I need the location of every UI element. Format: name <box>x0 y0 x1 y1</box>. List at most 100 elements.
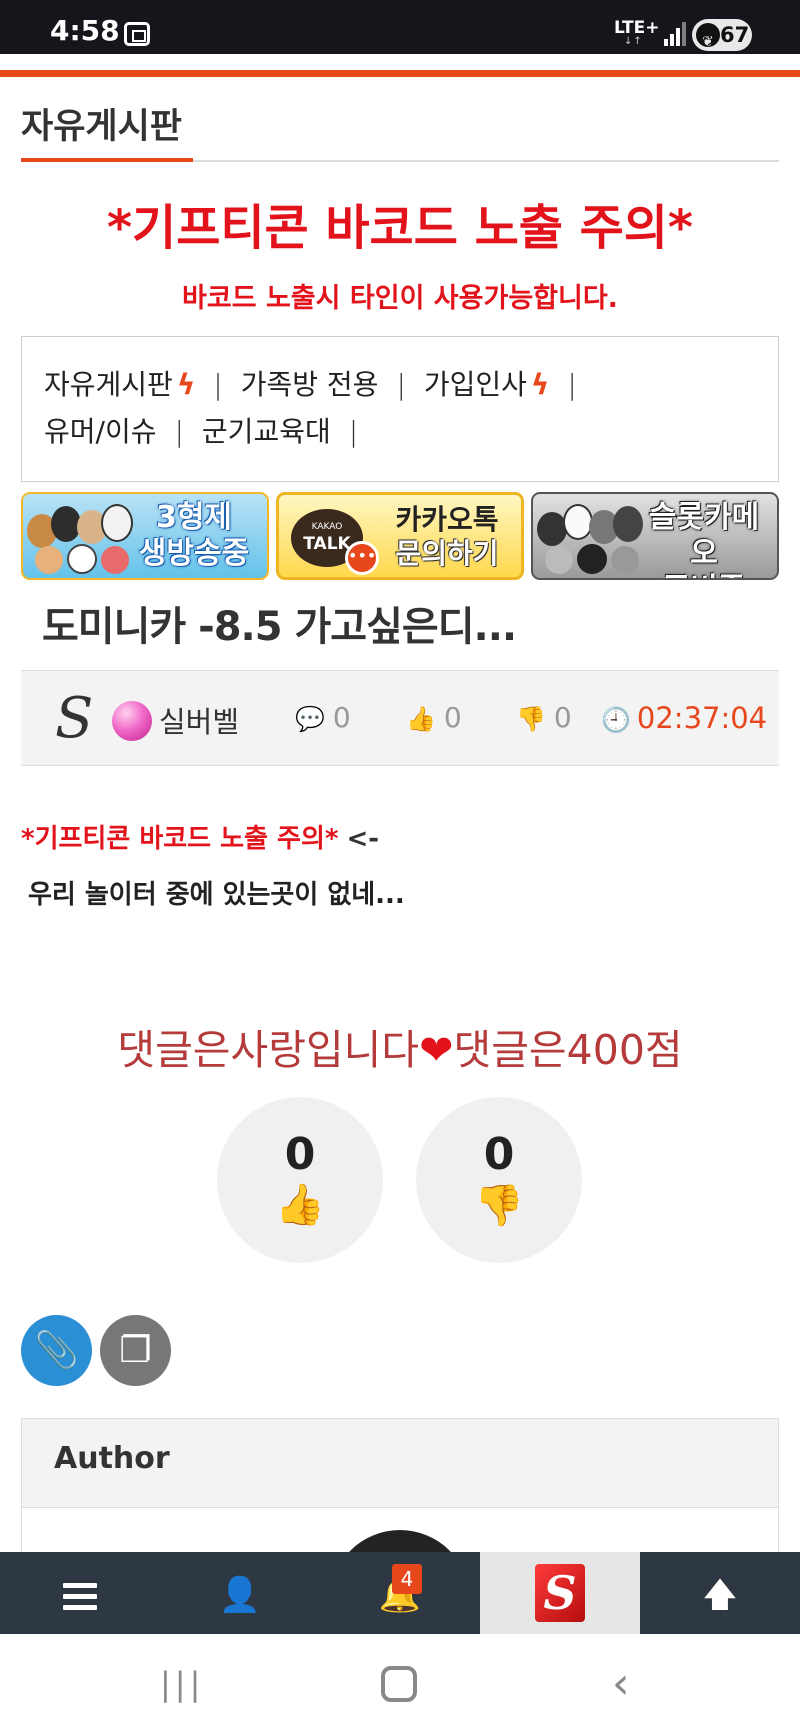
lightning-icon: ϟ <box>176 368 196 401</box>
banner-text: 카카오톡 문의하기 <box>383 503 511 571</box>
status-time: 4:58 <box>50 14 120 47</box>
notification-badge: 4 <box>392 1564 422 1594</box>
like-count-value: 0 <box>443 701 462 734</box>
network-activity-icon: ↓↑ <box>624 36 643 47</box>
banner-slot-cameo[interactable]: 슬롯카메오 준비중 <box>531 492 779 580</box>
paperclip-icon: 📎 <box>34 1330 79 1371</box>
lightning-icon: ϟ <box>530 368 550 401</box>
nav-link-label: 가입인사 <box>423 368 527 401</box>
back-icon[interactable]: ‹ <box>612 1662 630 1706</box>
copy-post-button[interactable]: ❐ <box>100 1315 171 1386</box>
banner-line: 문의하기 <box>395 537 499 570</box>
mascot-image <box>27 500 137 578</box>
downvote-count: 0 <box>483 1129 515 1180</box>
nav-link-label: 자유게시판 <box>44 368 173 401</box>
author-name[interactable]: 실버벨 <box>159 699 239 741</box>
user-icon: 👤 <box>218 1575 262 1615</box>
nav-link-label: 가족방 전용 <box>240 368 379 401</box>
kakao-label: KAKAO <box>311 522 343 532</box>
battery-saver-icon: ❦ <box>702 34 714 50</box>
nav-link-label: 유머/이슈 <box>44 415 157 448</box>
nav-link-greetings[interactable]: 가입인사 ϟ <box>424 361 550 408</box>
nav-separator: | <box>348 415 359 448</box>
recent-apps-icon[interactable]: ||| <box>160 1662 204 1706</box>
comment-icon: 💬 <box>295 705 325 733</box>
thumbs-up-icon: 👍 <box>275 1182 325 1228</box>
nav-link-label: 군기교육대 <box>201 415 331 448</box>
nav-separator: | <box>567 368 577 401</box>
level-badge-icon <box>112 701 152 741</box>
dislike-count: 👎 0 <box>516 701 572 734</box>
banner-line: 준비중 <box>639 572 769 578</box>
arrow-up-icon: 🡅 <box>702 1575 738 1615</box>
dislike-count-value: 0 <box>553 701 572 734</box>
promo-text: 댓글은사랑입니다 <box>117 1026 420 1074</box>
banner-line: 슬롯카메오 <box>648 500 760 571</box>
nav-link-free-board[interactable]: 자유게시판 ϟ <box>44 361 195 408</box>
board-title-underline <box>21 158 193 162</box>
banner-row: 3형제 생방송중 KAKAO TALK ••• 카카오톡 문의하기 슬롯카메오 … <box>21 492 779 582</box>
banner-live-broadcast[interactable]: 3형제 생방송중 <box>21 492 269 580</box>
menu-button[interactable] <box>0 1552 160 1634</box>
promo-text: 댓글은400점 <box>453 1026 683 1074</box>
nav-separator: | <box>213 368 223 401</box>
system-navigation-bar: ||| ‹ <box>0 1634 800 1734</box>
notice-link[interactable]: *기프티콘 바코드 노출 주의* <box>21 824 338 854</box>
banner-line: 3형제 <box>155 500 233 535</box>
post-time-value: 02:37:04 <box>636 701 768 735</box>
chat-dots-icon: ••• <box>345 541 379 575</box>
screenshot-icon <box>124 22 150 46</box>
upvote-count: 0 <box>284 1129 316 1180</box>
board-title[interactable]: 자유게시판 <box>21 98 182 149</box>
category-nav: 자유게시판 ϟ | 가족방 전용 | 가입인사 ϟ | 유머/이슈 | 군기교육대 | <box>21 336 779 482</box>
downvote-button[interactable]: 0 👍 <box>416 1097 582 1263</box>
post-title: 도미니카 -8.5 가고싶은디... <box>42 604 517 650</box>
notice-title: *기프티콘 바코드 노출 주의* <box>106 200 694 256</box>
menu-icon <box>63 1582 97 1611</box>
profile-button[interactable]: 👤 <box>160 1552 320 1634</box>
bottom-nav: 👤 🔔 4 S 🡅 <box>0 1552 800 1634</box>
status-bar: 4:58 LTE+ ↓↑ ❦ 67 <box>0 0 800 54</box>
banner-line: 카카오톡 <box>395 503 499 536</box>
nav-link-discipline[interactable]: 군기교육대 <box>202 408 331 455</box>
banner-kakao-inquiry[interactable]: KAKAO TALK ••• 카카오톡 문의하기 <box>276 492 524 580</box>
copy-icon: ❐ <box>119 1330 152 1371</box>
home-icon[interactable] <box>381 1666 417 1702</box>
copy-link-button[interactable]: 📎 <box>21 1315 92 1386</box>
thumbs-down-icon: 👍 <box>474 1182 524 1228</box>
notifications-button[interactable]: 🔔 4 <box>320 1552 480 1634</box>
like-count: 👍 0 <box>406 701 462 734</box>
upvote-button[interactable]: 0 👍 <box>217 1097 383 1263</box>
banner-line: 생방송중 <box>138 536 250 571</box>
author-logo: S <box>55 686 94 751</box>
nav-link-humor[interactable]: 유머/이슈 <box>44 408 156 455</box>
site-logo-button[interactable]: S <box>480 1552 640 1634</box>
comment-count-value: 0 <box>332 701 351 734</box>
post-body-line: *기프티콘 바코드 노출 주의* <- <box>21 818 379 855</box>
nav-link-family-room[interactable]: 가족방 전용 <box>241 361 379 408</box>
nav-separator: | <box>396 368 406 401</box>
nav-separator: | <box>174 415 184 448</box>
comment-promo: 댓글은사랑입니다❤댓글은400점 <box>0 1016 800 1076</box>
post-time: 🕘 02:37:04 <box>601 701 767 735</box>
post-body-text: 우리 놀이터 중에 있는곳이 없네... <box>28 880 405 910</box>
author-section-header: Author <box>21 1418 779 1508</box>
thumbs-up-icon: 👍 <box>406 705 436 733</box>
banner-text: 3형제 생방송중 <box>129 500 259 572</box>
heart-icon: ❤ <box>419 1026 454 1074</box>
clock-icon: 🕘 <box>601 706 631 734</box>
body-arrow-text: <- <box>346 824 380 854</box>
post-meta-bar: S 실버벨 💬 0 👍 0 👎 0 🕘 02:37:04 <box>21 670 779 766</box>
header-accent-line <box>0 70 800 77</box>
comment-count: 💬 0 <box>295 701 351 734</box>
network-type: LTE+ <box>614 18 660 38</box>
battery-level: 67 <box>720 23 750 47</box>
author-section-label: Author <box>54 1441 170 1476</box>
mascot-image <box>537 500 647 578</box>
thumbs-down-icon: 👎 <box>516 705 546 733</box>
banner-text: 슬롯카메오 준비중 <box>639 500 769 578</box>
site-logo: S <box>535 1564 585 1622</box>
notice-subtitle: 바코드 노출시 타인이 사용가능합니다. <box>182 283 618 314</box>
scroll-top-button[interactable]: 🡅 <box>640 1552 800 1634</box>
signal-icon <box>664 22 686 46</box>
